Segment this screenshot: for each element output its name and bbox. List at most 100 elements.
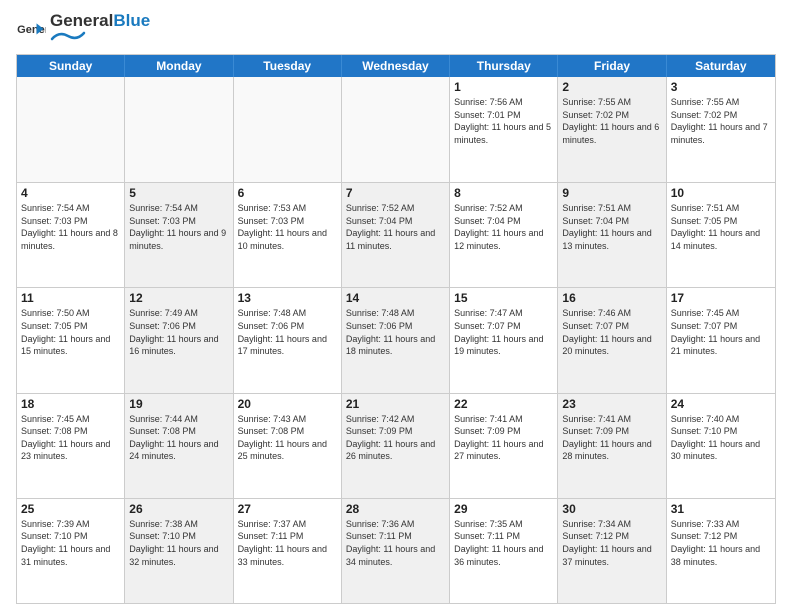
day-number: 9 [562,186,661,200]
day-info: Sunrise: 7:36 AM Sunset: 7:11 PM Dayligh… [346,518,445,568]
calendar-cell-11: 11 Sunrise: 7:50 AM Sunset: 7:05 PM Dayli… [17,288,125,392]
calendar-row-4: 25Sunrise: 7:39 AM Sunset: 7:10 PM Dayli… [17,498,775,603]
calendar-cell-25: 25Sunrise: 7:39 AM Sunset: 7:10 PM Dayli… [17,499,125,603]
calendar-cell-23: 23 Sunrise: 7:41 AM Sunset: 7:09 PM Dayli… [558,394,666,498]
calendar-cell-empty [17,77,125,182]
weekday-header-wednesday: Wednesday [342,55,450,77]
day-info: Sunrise: 7:46 AM Sunset: 7:07 PM Dayligh… [562,307,661,357]
day-number: 17 [671,291,771,305]
day-number: 16 [562,291,661,305]
day-info: Sunrise: 7:55 AM Sunset: 7:02 PM Dayligh… [671,96,771,146]
logo-general: General [50,11,113,30]
calendar-cell-empty [125,77,233,182]
day-number: 6 [238,186,337,200]
calendar-cell-8: 8Sunrise: 7:52 AM Sunset: 7:04 PM Daylig… [450,183,558,287]
day-number: 2 [562,80,661,94]
page: General GeneralBlue SundayMondayTuesdayW… [0,0,792,612]
day-number: 23 [562,397,661,411]
day-info: Sunrise: 7:48 AM Sunset: 7:06 PM Dayligh… [346,307,445,357]
day-number: 7 [346,186,445,200]
day-number: 12 [129,291,228,305]
weekday-header-monday: Monday [125,55,233,77]
day-info: Sunrise: 7:49 AM Sunset: 7:06 PM Dayligh… [129,307,228,357]
day-number: 1 [454,80,553,94]
day-info: Sunrise: 7:52 AM Sunset: 7:04 PM Dayligh… [346,202,445,252]
logo-icon: General [16,22,46,40]
calendar-cell-19: 19 Sunrise: 7:44 AM Sunset: 7:08 PM Dayli… [125,394,233,498]
weekday-header-saturday: Saturday [667,55,775,77]
calendar-row-0: 1 Sunrise: 7:56 AM Sunset: 7:01 PM Daylig… [17,77,775,182]
day-info: Sunrise: 7:35 AM Sunset: 7:11 PM Dayligh… [454,518,553,568]
day-number: 10 [671,186,771,200]
weekday-header-thursday: Thursday [450,55,558,77]
calendar-cell-30: 30Sunrise: 7:34 AM Sunset: 7:12 PM Dayli… [558,499,666,603]
calendar-cell-12: 12 Sunrise: 7:49 AM Sunset: 7:06 PM Dayli… [125,288,233,392]
day-info: Sunrise: 7:41 AM Sunset: 7:09 PM Dayligh… [454,413,553,463]
calendar-row-2: 11 Sunrise: 7:50 AM Sunset: 7:05 PM Dayli… [17,287,775,392]
day-info: Sunrise: 7:51 AM Sunset: 7:05 PM Dayligh… [671,202,771,252]
calendar-cell-17: 17Sunrise: 7:45 AM Sunset: 7:07 PM Dayli… [667,288,775,392]
day-info: Sunrise: 7:37 AM Sunset: 7:11 PM Dayligh… [238,518,337,568]
calendar-cell-3: 3 Sunrise: 7:55 AM Sunset: 7:02 PM Daylig… [667,77,775,182]
day-number: 28 [346,502,445,516]
weekday-header-friday: Friday [558,55,666,77]
calendar-cell-13: 13 Sunrise: 7:48 AM Sunset: 7:06 PM Dayli… [234,288,342,392]
day-info: Sunrise: 7:55 AM Sunset: 7:02 PM Dayligh… [562,96,661,146]
calendar-cell-31: 31Sunrise: 7:33 AM Sunset: 7:12 PM Dayli… [667,499,775,603]
logo-blue: Blue [113,11,150,30]
calendar-cell-4: 4Sunrise: 7:54 AM Sunset: 7:03 PM Daylig… [17,183,125,287]
calendar-cell-27: 27 Sunrise: 7:37 AM Sunset: 7:11 PM Dayli… [234,499,342,603]
weekday-header-sunday: Sunday [17,55,125,77]
day-number: 19 [129,397,228,411]
weekday-header-tuesday: Tuesday [234,55,342,77]
day-info: Sunrise: 7:42 AM Sunset: 7:09 PM Dayligh… [346,413,445,463]
day-info: Sunrise: 7:53 AM Sunset: 7:03 PM Dayligh… [238,202,337,252]
calendar-cell-empty [342,77,450,182]
calendar-cell-29: 29 Sunrise: 7:35 AM Sunset: 7:11 PM Dayli… [450,499,558,603]
day-number: 18 [21,397,120,411]
day-number: 27 [238,502,337,516]
calendar: SundayMondayTuesdayWednesdayThursdayFrid… [16,54,776,604]
day-number: 14 [346,291,445,305]
day-number: 3 [671,80,771,94]
day-info: Sunrise: 7:50 AM Sunset: 7:05 PM Dayligh… [21,307,120,357]
day-info: Sunrise: 7:54 AM Sunset: 7:03 PM Dayligh… [129,202,228,252]
day-info: Sunrise: 7:47 AM Sunset: 7:07 PM Dayligh… [454,307,553,357]
day-info: Sunrise: 7:48 AM Sunset: 7:06 PM Dayligh… [238,307,337,357]
calendar-cell-7: 7 Sunrise: 7:52 AM Sunset: 7:04 PM Daylig… [342,183,450,287]
day-info: Sunrise: 7:41 AM Sunset: 7:09 PM Dayligh… [562,413,661,463]
calendar-cell-28: 28 Sunrise: 7:36 AM Sunset: 7:11 PM Dayli… [342,499,450,603]
day-number: 13 [238,291,337,305]
calendar-row-3: 18 Sunrise: 7:45 AM Sunset: 7:08 PM Dayli… [17,393,775,498]
calendar-cell-21: 21Sunrise: 7:42 AM Sunset: 7:09 PM Dayli… [342,394,450,498]
calendar-cell-10: 10 Sunrise: 7:51 AM Sunset: 7:05 PM Dayli… [667,183,775,287]
day-info: Sunrise: 7:56 AM Sunset: 7:01 PM Dayligh… [454,96,553,146]
day-info: Sunrise: 7:45 AM Sunset: 7:08 PM Dayligh… [21,413,120,463]
day-number: 20 [238,397,337,411]
day-number: 4 [21,186,120,200]
calendar-cell-14: 14 Sunrise: 7:48 AM Sunset: 7:06 PM Dayli… [342,288,450,392]
day-info: Sunrise: 7:43 AM Sunset: 7:08 PM Dayligh… [238,413,337,463]
day-number: 30 [562,502,661,516]
calendar-cell-18: 18 Sunrise: 7:45 AM Sunset: 7:08 PM Dayli… [17,394,125,498]
logo-wave-icon [50,29,86,43]
day-number: 24 [671,397,771,411]
calendar-row-1: 4 Sunrise: 7:54 AM Sunset: 7:03 PM Daylig… [17,182,775,287]
logo: General GeneralBlue [16,12,150,48]
day-number: 22 [454,397,553,411]
calendar-cell-2: 2 Sunrise: 7:55 AM Sunset: 7:02 PM Daylig… [558,77,666,182]
day-info: Sunrise: 7:40 AM Sunset: 7:10 PM Dayligh… [671,413,771,463]
day-number: 11 [21,291,120,305]
day-number: 26 [129,502,228,516]
day-info: Sunrise: 7:33 AM Sunset: 7:12 PM Dayligh… [671,518,771,568]
calendar-body: 1 Sunrise: 7:56 AM Sunset: 7:01 PM Daylig… [17,77,775,603]
day-info: Sunrise: 7:44 AM Sunset: 7:08 PM Dayligh… [129,413,228,463]
day-number: 15 [454,291,553,305]
day-number: 5 [129,186,228,200]
day-number: 29 [454,502,553,516]
day-info: Sunrise: 7:39 AM Sunset: 7:10 PM Dayligh… [21,518,120,568]
calendar-cell-20: 20 Sunrise: 7:43 AM Sunset: 7:08 PM Dayli… [234,394,342,498]
calendar-cell-9: 9 Sunrise: 7:51 AM Sunset: 7:04 PM Daylig… [558,183,666,287]
day-number: 8 [454,186,553,200]
day-info: Sunrise: 7:51 AM Sunset: 7:04 PM Dayligh… [562,202,661,252]
